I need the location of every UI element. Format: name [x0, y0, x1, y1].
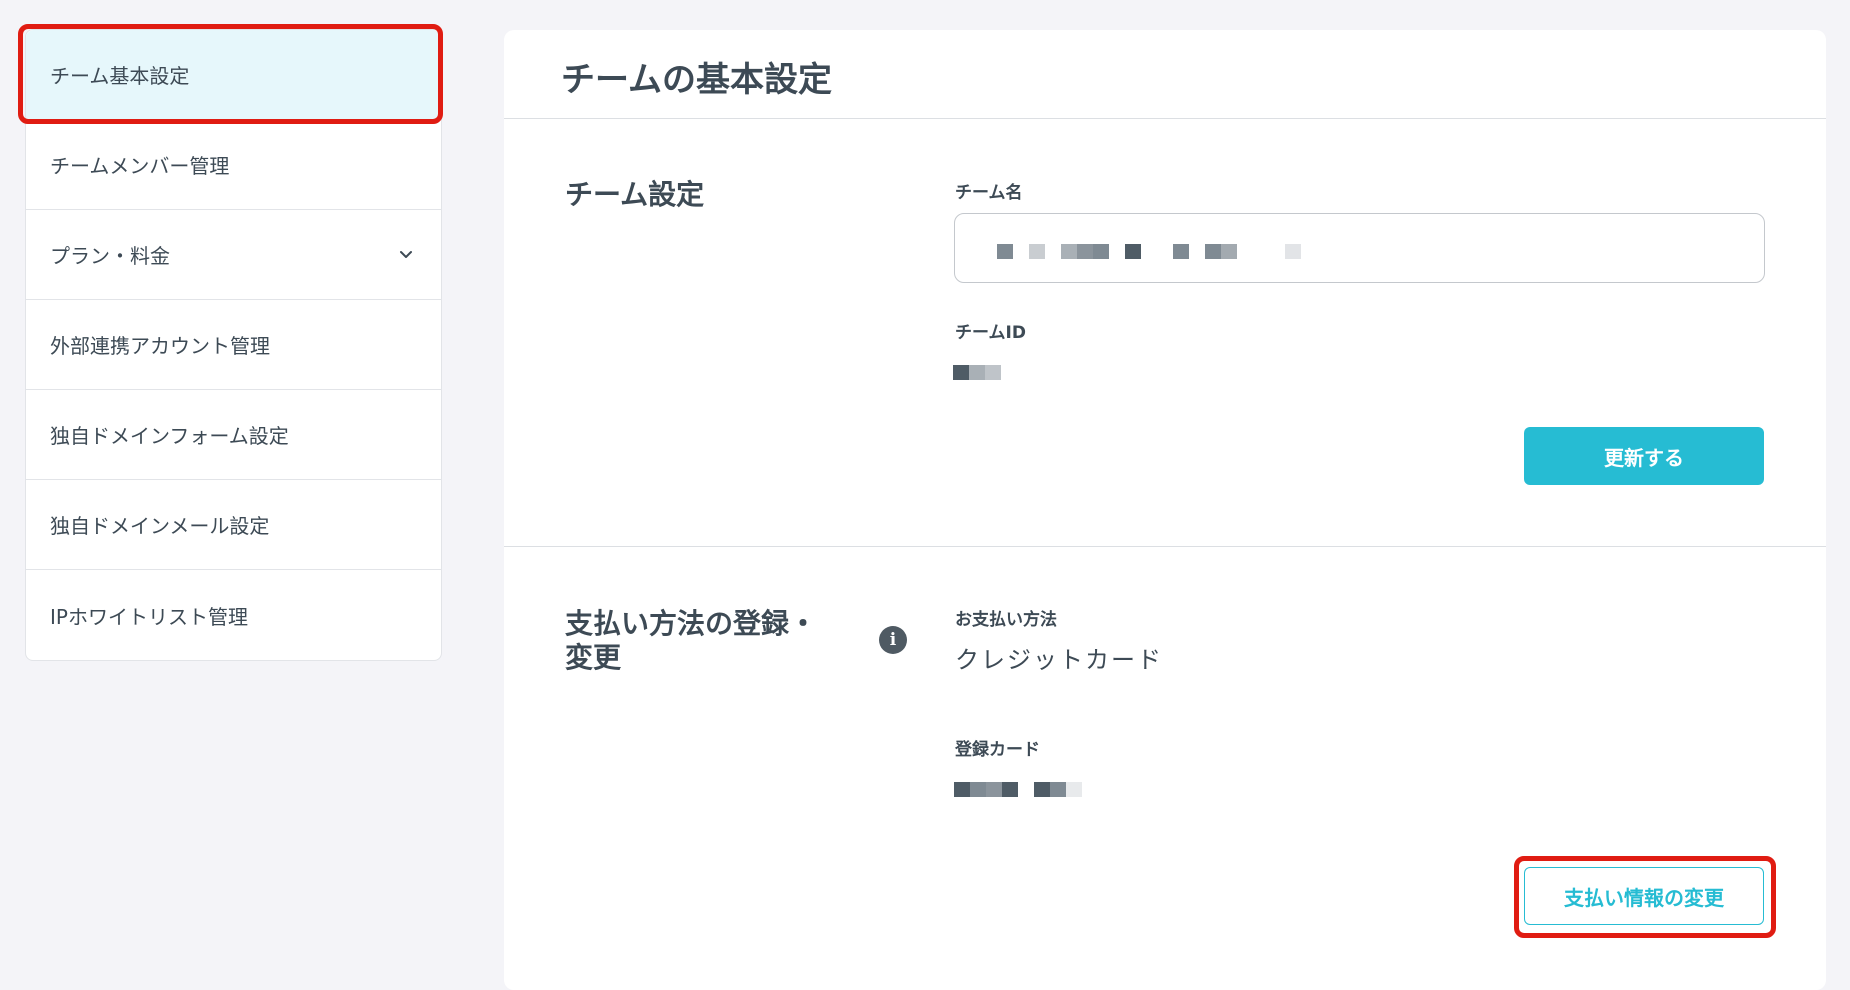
sidebar-item-label: 独自ドメインフォーム設定: [50, 424, 289, 448]
section-divider: [504, 546, 1826, 547]
team-id-label: チームID: [955, 323, 1026, 343]
payment-method-label: お支払い方法: [955, 610, 1057, 630]
sidebar-item-label: 独自ドメインメール設定: [50, 514, 270, 538]
registered-card-label: 登録カード: [955, 740, 1040, 760]
sidebar-item-custom-domain-form[interactable]: 独自ドメインフォーム設定: [26, 390, 441, 480]
sidebar-item-plan-pricing[interactable]: プラン・料金: [26, 210, 441, 300]
sidebar-item-team-members[interactable]: チームメンバー管理: [26, 120, 441, 210]
info-icon[interactable]: i: [879, 626, 907, 654]
sidebar-item-label: IPホワイトリスト管理: [50, 604, 248, 629]
sidebar-item-label: プラン・料金: [50, 244, 170, 268]
team-id-redacted-value: [953, 365, 1001, 380]
update-button[interactable]: 更新する: [1524, 427, 1764, 485]
sidebar-item-label: チームメンバー管理: [50, 154, 230, 178]
registered-card-redacted-value: [954, 782, 1082, 797]
sidebar-item-custom-domain-mail[interactable]: 独自ドメインメール設定: [26, 480, 441, 570]
sidebar-item-external-accounts[interactable]: 外部連携アカウント管理: [26, 300, 441, 390]
team-settings-section-title: チーム設定: [565, 178, 705, 211]
payment-method-value: クレジットカード: [955, 646, 1163, 674]
highlight-annotation-sidebar: [18, 24, 443, 124]
main-card: [504, 30, 1826, 990]
chevron-down-icon: [400, 250, 412, 258]
team-name-redacted-value: [997, 244, 1301, 259]
payment-section-title: 支払い方法の登録・ 変更: [565, 607, 818, 674]
team-name-label: チーム名: [955, 183, 1023, 203]
page-title: チームの基本設定: [561, 60, 832, 100]
sidebar-item-label: 外部連携アカウント管理: [50, 334, 270, 358]
sidebar-item-ip-whitelist[interactable]: IPホワイトリスト管理: [26, 570, 441, 660]
highlight-annotation-button: [1514, 856, 1776, 938]
title-divider: [504, 118, 1826, 119]
